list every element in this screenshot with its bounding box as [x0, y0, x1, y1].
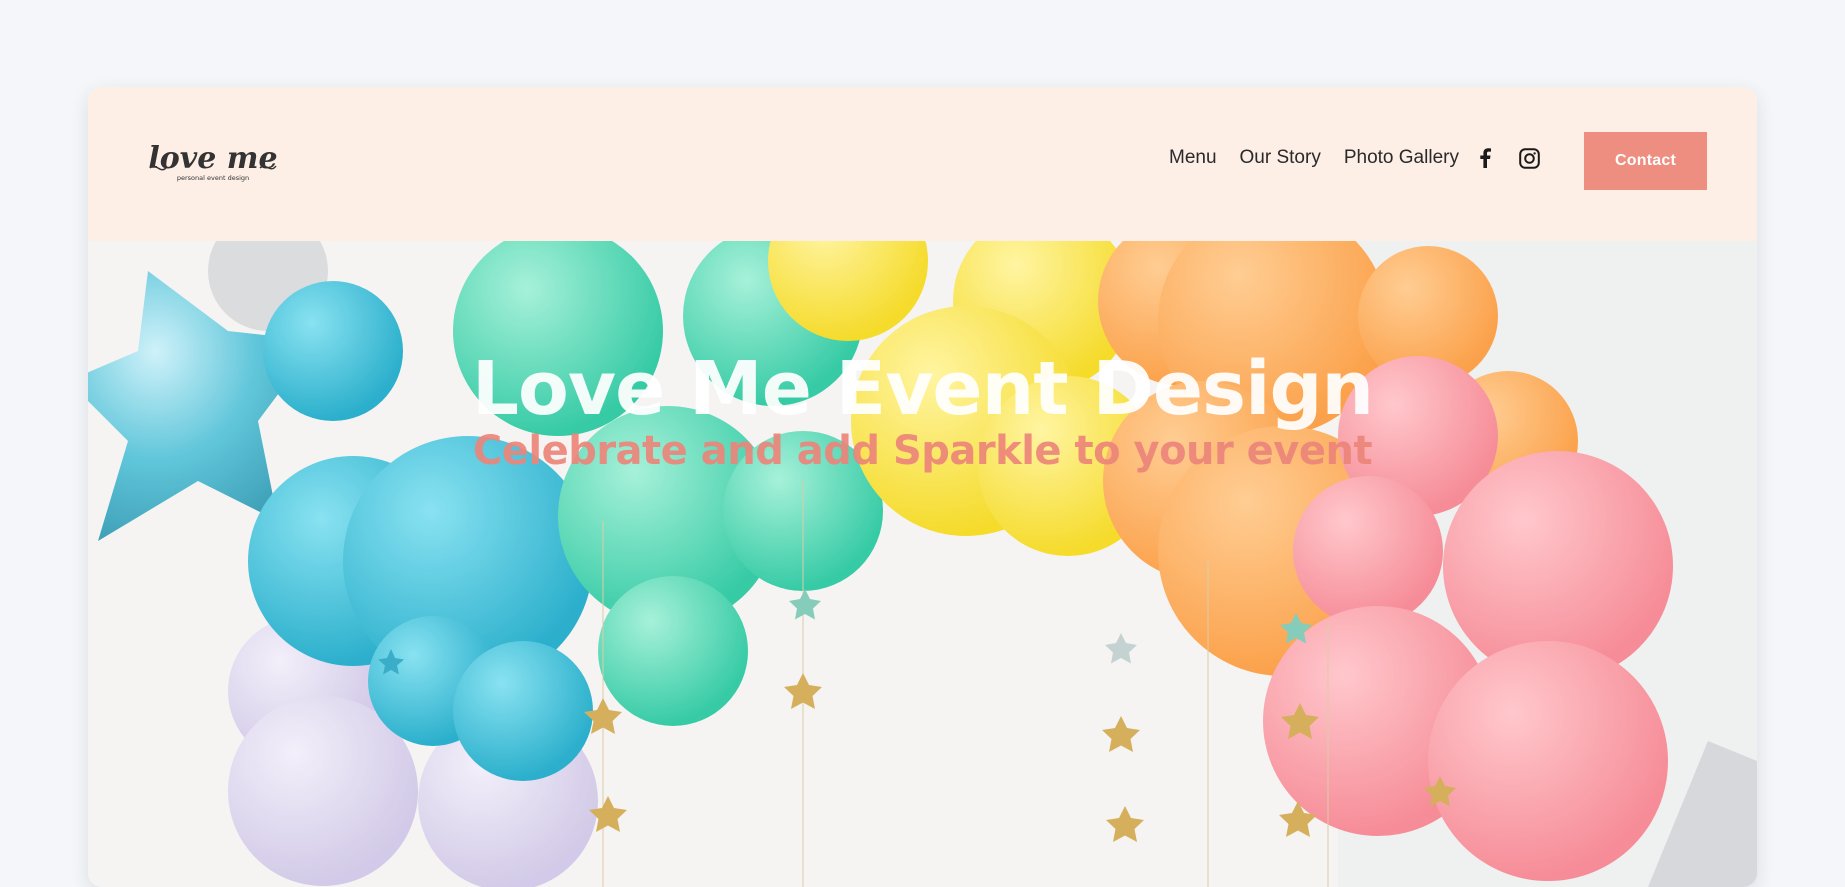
logo-wordmark: love me: [148, 141, 277, 176]
hero-balloon-image: [88, 241, 1757, 887]
social-links: [1474, 147, 1540, 169]
nav-link-our-story[interactable]: Our Story: [1240, 145, 1321, 171]
nav-link-photo-gallery[interactable]: Photo Gallery: [1344, 145, 1459, 171]
nav-link-menu[interactable]: Menu: [1169, 145, 1217, 171]
hero-title: Love Me Event Design: [471, 346, 1374, 432]
facebook-icon[interactable]: [1474, 147, 1496, 169]
logo-mark: love me personal event design: [148, 141, 277, 182]
site-window: love me personal event design Menu Our S…: [88, 87, 1757, 887]
instagram-icon[interactable]: [1518, 147, 1540, 169]
hero-subtitle: Celebrate and add Sparkle to your event: [472, 428, 1373, 474]
logo-tagline: personal event design: [177, 174, 249, 182]
site-header: love me personal event design Menu Our S…: [88, 87, 1757, 241]
contact-button[interactable]: Contact: [1584, 132, 1707, 190]
brand-logo[interactable]: love me personal event design: [148, 132, 278, 192]
main-nav: Menu Our Story Photo Gallery: [1169, 145, 1459, 171]
hero-banner: Love Me Event Design Celebrate and add S…: [88, 241, 1757, 887]
